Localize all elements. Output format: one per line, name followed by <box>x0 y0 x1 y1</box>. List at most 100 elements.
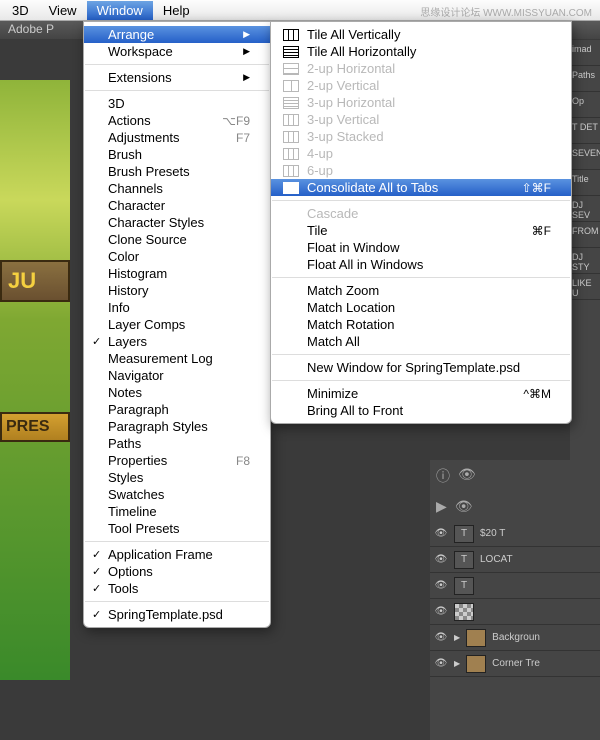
layer-row[interactable]: 👁T <box>430 573 600 599</box>
menu-item-label: Timeline <box>108 504 157 519</box>
menu-item-timeline[interactable]: Timeline <box>84 503 270 520</box>
menu-item-workspace[interactable]: Workspace <box>84 43 270 60</box>
menu-item-label: 2-up Vertical <box>307 78 379 93</box>
panel-stub[interactable]: DJ STY <box>570 248 600 274</box>
submenu-item-match-rotation[interactable]: Match Rotation <box>271 316 571 333</box>
panel-stub[interactable]: DJ SEV <box>570 196 600 222</box>
menu-item-history[interactable]: History <box>84 282 270 299</box>
menu-item-actions[interactable]: Actions⌥F9 <box>84 112 270 129</box>
menu-item-label: 4-up <box>307 146 333 161</box>
menu-item-label: Navigator <box>108 368 164 383</box>
layer-row[interactable]: 👁TLOCAT <box>430 547 600 573</box>
submenu-item-tile-all-vertically[interactable]: Tile All Vertically <box>271 26 571 43</box>
menu-item-notes[interactable]: Notes <box>84 384 270 401</box>
menu-item-info[interactable]: Info <box>84 299 270 316</box>
menu-item-label: Actions <box>108 113 151 128</box>
menu-item-layer-comps[interactable]: Layer Comps <box>84 316 270 333</box>
submenu-item-consolidate-all-to-tabs[interactable]: Consolidate All to Tabs⇧⌘F <box>271 179 571 196</box>
expand-icon[interactable]: ▶ <box>454 659 460 668</box>
submenu-item-2-up-horizontal: 2-up Horizontal <box>271 60 571 77</box>
submenu-item-tile-all-horizontally[interactable]: Tile All Horizontally <box>271 43 571 60</box>
menu-item-tools[interactable]: Tools <box>84 580 270 597</box>
menu-item-application-frame[interactable]: Application Frame <box>84 546 270 563</box>
menu-item-label: Options <box>108 564 153 579</box>
menu-item-styles[interactable]: Styles <box>84 469 270 486</box>
menu-item-brush[interactable]: Brush <box>84 146 270 163</box>
submenu-item-float-all-in-windows[interactable]: Float All in Windows <box>271 256 571 273</box>
layer-row[interactable]: 👁 <box>430 599 600 625</box>
submenu-item-minimize[interactable]: Minimize^⌘M <box>271 385 571 402</box>
visibility-icon[interactable]: 👁 <box>434 580 448 591</box>
play-icon[interactable]: ▶ <box>436 498 447 515</box>
menu-item-label: Match Zoom <box>307 283 379 298</box>
menu-item-swatches[interactable]: Swatches <box>84 486 270 503</box>
submenu-item-match-all[interactable]: Match All <box>271 333 571 350</box>
menu-item-layers[interactable]: Layers <box>84 333 270 350</box>
menu-separator <box>85 64 269 65</box>
submenu-item-new-window-for-springtemplate-psd[interactable]: New Window for SpringTemplate.psd <box>271 359 571 376</box>
panel-stub[interactable]: Op <box>570 92 600 118</box>
submenu-item-float-in-window[interactable]: Float in Window <box>271 239 571 256</box>
menu-item-paragraph-styles[interactable]: Paragraph Styles <box>84 418 270 435</box>
submenu-item-cascade: Cascade <box>271 205 571 222</box>
menu-item-springtemplate-psd[interactable]: SpringTemplate.psd <box>84 606 270 623</box>
menu-item-options[interactable]: Options <box>84 563 270 580</box>
layers-panel: ⓘ 👁 ▶ 👁 👁T$20 T👁TLOCAT👁T👁👁▶Backgroun👁▶Co… <box>430 460 600 740</box>
visibility-icon[interactable]: 👁 <box>434 658 448 669</box>
eye-icon[interactable]: 👁 <box>458 466 476 486</box>
layer-row[interactable]: 👁▶Backgroun <box>430 625 600 651</box>
panel-stub[interactable]: Title <box>570 170 600 196</box>
layer-row[interactable]: 👁T$20 T <box>430 521 600 547</box>
visibility-icon[interactable]: 👁 <box>434 632 448 643</box>
submenu-item-match-zoom[interactable]: Match Zoom <box>271 282 571 299</box>
panel-stub[interactable]: FROM <box>570 222 600 248</box>
menubar-item-window[interactable]: Window <box>87 1 153 20</box>
panel-stub[interactable]: SEVEN <box>570 144 600 170</box>
menu-item-color[interactable]: Color <box>84 248 270 265</box>
expand-icon[interactable]: ▶ <box>454 633 460 642</box>
menu-item-label: Float All in Windows <box>307 257 423 272</box>
menu-item-character[interactable]: Character <box>84 197 270 214</box>
panel-stub[interactable]: Paths <box>570 66 600 92</box>
panel-stub[interactable]: T DET <box>570 118 600 144</box>
menu-item-navigator[interactable]: Navigator <box>84 367 270 384</box>
menu-item-label: 3-up Horizontal <box>307 95 395 110</box>
panel-stub[interactable]: imad <box>570 40 600 66</box>
menubar-item-help[interactable]: Help <box>153 1 200 20</box>
layer-name: $20 T <box>480 528 505 539</box>
layout-icon <box>283 131 299 143</box>
visibility-icon[interactable]: 👁 <box>434 606 448 617</box>
submenu-item-2-up-vertical: 2-up Vertical <box>271 77 571 94</box>
menu-item-properties[interactable]: PropertiesF8 <box>84 452 270 469</box>
menu-item-label: Layer Comps <box>108 317 185 332</box>
menu-item-3d[interactable]: 3D <box>84 95 270 112</box>
visibility-icon[interactable]: 👁 <box>434 528 448 539</box>
submenu-item-3-up-vertical: 3-up Vertical <box>271 111 571 128</box>
menu-item-arrange[interactable]: Arrange <box>84 26 270 43</box>
layout-icon <box>283 165 299 177</box>
layer-row[interactable]: 👁▶Corner Tre <box>430 651 600 677</box>
menu-item-clone-source[interactable]: Clone Source <box>84 231 270 248</box>
menu-item-label: Clone Source <box>108 232 187 247</box>
menu-item-adjustments[interactable]: AdjustmentsF7 <box>84 129 270 146</box>
submenu-item-bring-all-to-front[interactable]: Bring All to Front <box>271 402 571 419</box>
submenu-item-match-location[interactable]: Match Location <box>271 299 571 316</box>
panel-stub[interactable]: LIKE U <box>570 274 600 300</box>
eye-icon[interactable]: 👁 <box>455 498 473 515</box>
menu-item-character-styles[interactable]: Character Styles <box>84 214 270 231</box>
menubar-item-view[interactable]: View <box>39 1 87 20</box>
visibility-icon[interactable]: 👁 <box>434 554 448 565</box>
menu-item-extensions[interactable]: Extensions <box>84 69 270 86</box>
menu-item-tool-presets[interactable]: Tool Presets <box>84 520 270 537</box>
menu-item-channels[interactable]: Channels <box>84 180 270 197</box>
menu-item-paths[interactable]: Paths <box>84 435 270 452</box>
submenu-item-tile[interactable]: Tile⌘F <box>271 222 571 239</box>
menu-item-measurement-log[interactable]: Measurement Log <box>84 350 270 367</box>
menu-separator <box>272 200 570 201</box>
menu-item-paragraph[interactable]: Paragraph <box>84 401 270 418</box>
menu-item-label: 6-up <box>307 163 333 178</box>
menu-item-brush-presets[interactable]: Brush Presets <box>84 163 270 180</box>
menu-item-histogram[interactable]: Histogram <box>84 265 270 282</box>
info-icon[interactable]: ⓘ <box>436 466 450 486</box>
menubar-item-3d[interactable]: 3D <box>2 1 39 20</box>
